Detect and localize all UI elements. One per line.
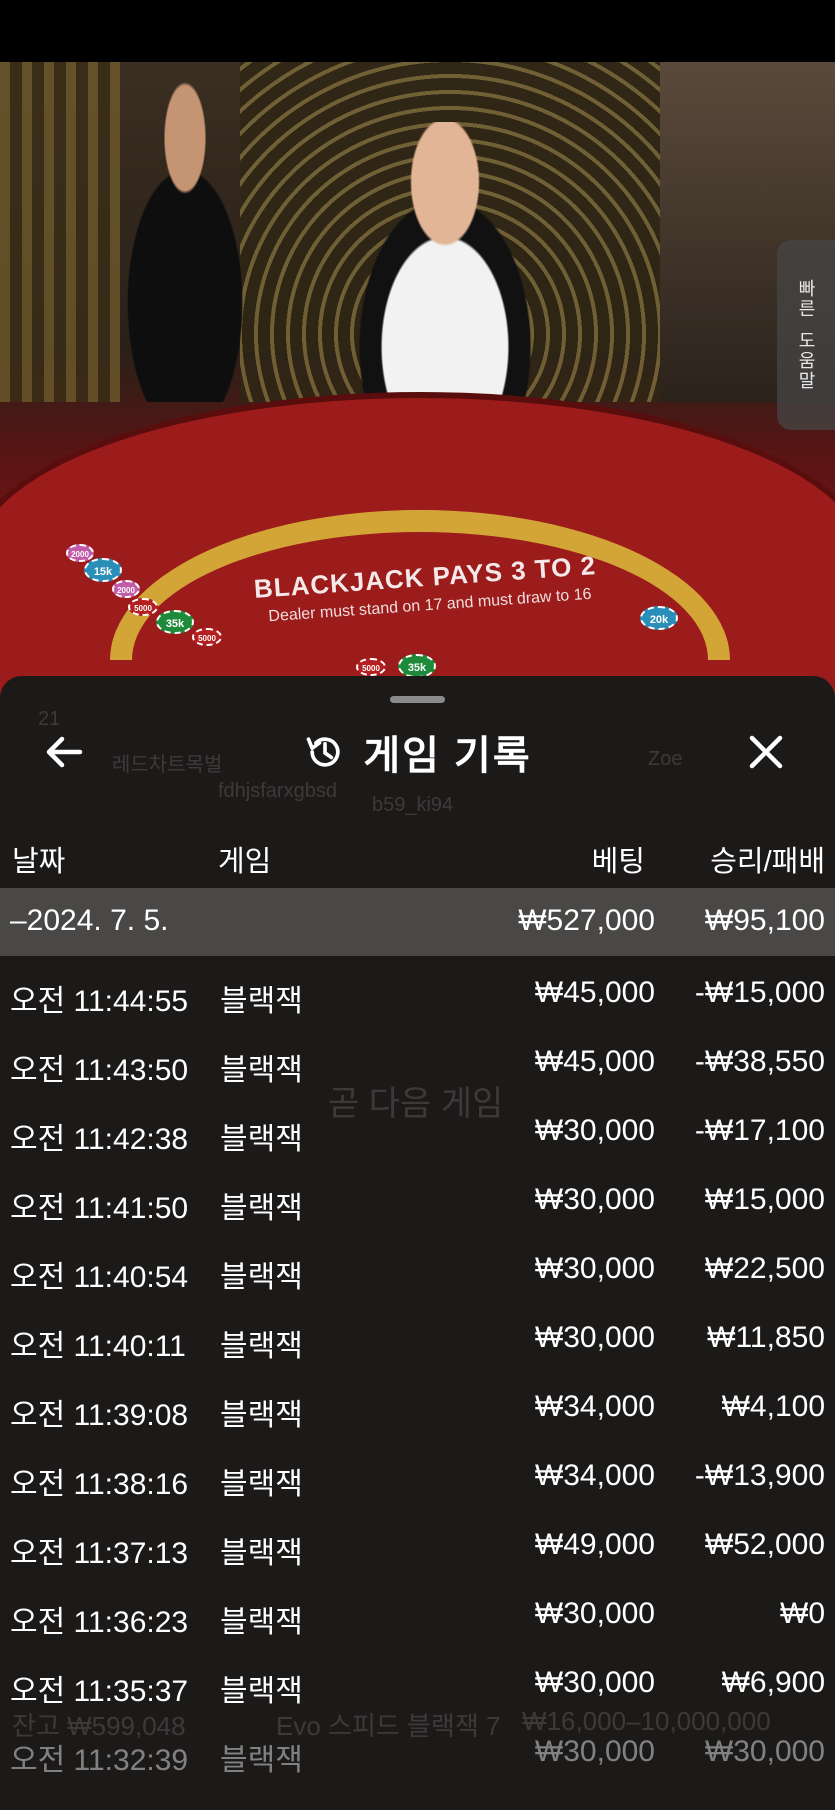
row-game: 블랙잭 [220, 1330, 303, 1363]
history-row[interactable]: 오전 11:44:55 블랙잭 ₩45,000 -₩15,000 [0, 958, 835, 1027]
row-time: 오전 11:35:37 [10, 1675, 189, 1708]
row-time: 오전 11:42:38 [10, 1123, 189, 1156]
row-bet: ₩30,000 [534, 1666, 655, 1699]
status-strip [0, 0, 835, 62]
chip: 35k [398, 654, 436, 678]
row-time: 오전 11:40:54 [10, 1261, 189, 1294]
row-bet: ₩30,000 [534, 1597, 655, 1630]
row-result: ₩52,000 [704, 1528, 825, 1561]
date-group-row[interactable]: –2024. 7. 5. ₩527,000 ₩95,100 [0, 888, 835, 956]
row-time: 오전 11:40:11 [10, 1330, 186, 1363]
history-row[interactable]: 오전 11:38:16 블랙잭 ₩34,000 -₩13,900 [0, 1441, 835, 1510]
group-date: –2024. 7. 5. [10, 904, 169, 937]
row-game: 블랙잭 [220, 1537, 303, 1570]
history-list: 오전 11:44:55 블랙잭 ₩45,000 -₩15,000 오전 11:4… [0, 958, 835, 1786]
row-time: 오전 11:37:13 [10, 1537, 189, 1570]
chip: 35k [156, 610, 194, 634]
sheet-header: 게임 기록 [0, 716, 835, 788]
chip: 2000 [112, 580, 140, 598]
quick-help-label-2: 도움말 [796, 331, 816, 391]
chip: 5000 [128, 598, 158, 616]
history-row[interactable]: 오전 11:41:50 블랙잭 ₩30,000 ₩15,000 [0, 1165, 835, 1234]
row-result: ₩15,000 [704, 1183, 825, 1216]
row-time: 오전 11:38:16 [10, 1468, 189, 1501]
row-result: ₩6,900 [721, 1666, 825, 1699]
row-game: 블랙잭 [220, 1399, 303, 1432]
row-bet: ₩45,000 [534, 976, 655, 1009]
col-game: 게임 [218, 846, 272, 878]
quick-help-label-1: 빠른 [796, 279, 816, 319]
page-title: 게임 기록 [363, 734, 532, 778]
dealer-woman [85, 72, 285, 402]
chip: 15k [84, 558, 122, 582]
bg-balance: 잔고 ₩599,048 [12, 1711, 186, 1741]
history-row[interactable]: 오전 11:39:08 블랙잭 ₩34,000 ₩4,100 [0, 1372, 835, 1441]
row-bet: ₩34,000 [534, 1390, 655, 1423]
group-bet-total: ₩527,000 [518, 904, 655, 937]
row-game: 블랙잭 [220, 985, 303, 1018]
chip: 2000 [66, 544, 94, 562]
row-time: 오전 11:36:23 [10, 1606, 189, 1639]
arrow-left-icon[interactable] [40, 728, 88, 776]
row-bet: ₩45,000 [534, 1045, 655, 1078]
row-game: 블랙잭 [220, 1261, 303, 1294]
row-time: 오전 11:44:55 [10, 985, 189, 1018]
row-result: -₩17,100 [694, 1114, 825, 1147]
row-time: 오전 11:43:50 [10, 1054, 189, 1087]
history-row[interactable]: 오전 11:37:13 블랙잭 ₩49,000 ₩52,000 [0, 1510, 835, 1579]
row-bet: ₩30,000 [534, 1252, 655, 1285]
bg-limits: ₩16,000–10,000,000 [522, 1706, 771, 1736]
history-row[interactable]: 오전 11:36:23 블랙잭 ₩30,000 ₩0 [0, 1579, 835, 1648]
history-row[interactable]: 오전 11:42:38 블랙잭 ₩30,000 -₩17,100 [0, 1096, 835, 1165]
row-game: 블랙잭 [220, 1192, 303, 1225]
chip: 5000 [356, 658, 386, 676]
row-bet: ₩30,000 [534, 1183, 655, 1216]
history-icon [306, 737, 340, 767]
row-result: -₩13,900 [694, 1459, 825, 1492]
row-time: 오전 11:41:50 [10, 1192, 189, 1225]
quick-help-tab[interactable]: 빠른 도움말 [777, 240, 835, 430]
chip: 20k [640, 606, 678, 630]
column-headers: 날짜 게임 베팅 승리/패배 [0, 826, 835, 886]
history-row[interactable]: 오전 11:43:50 블랙잭 ₩45,000 -₩38,550 [0, 1027, 835, 1096]
dealer-man [315, 122, 575, 422]
row-game: 블랙잭 [220, 1054, 303, 1087]
row-result: ₩11,850 [707, 1321, 825, 1354]
col-date: 날짜 [12, 846, 66, 878]
game-history-sheet: 21 레드차트목벌 fdhjsfarxgbsd b59_ki94 Zoe 곧 다… [0, 676, 835, 1810]
title-group: 게임 기록 [0, 716, 835, 788]
row-game: 블랙잭 [220, 1675, 303, 1708]
row-result: -₩15,000 [694, 976, 825, 1009]
row-result: ₩22,500 [704, 1252, 825, 1285]
col-bet: 베팅 [591, 846, 645, 878]
row-bet: ₩49,000 [534, 1528, 655, 1561]
row-bet: ₩30,000 [534, 1114, 655, 1147]
row-game: 블랙잭 [220, 1468, 303, 1501]
row-result: ₩4,100 [721, 1390, 825, 1423]
history-row[interactable]: 오전 11:40:11 블랙잭 ₩30,000 ₩11,850 [0, 1303, 835, 1372]
row-bet: ₩34,000 [534, 1459, 655, 1492]
row-bet: ₩30,000 [534, 1321, 655, 1354]
row-result: ₩30,000 [704, 1735, 825, 1768]
chip: 5000 [192, 628, 222, 646]
row-time: 오전 11:39:08 [10, 1399, 189, 1432]
row-bet: ₩30,000 [534, 1735, 655, 1768]
col-result: 승리/패배 [710, 846, 825, 878]
live-video: BLACKJACK PAYS 3 TO 2 Dealer must stand … [0, 62, 835, 702]
bg-table-name: Evo 스피드 블랙잭 7 [276, 1711, 501, 1741]
row-game: 블랙잭 [220, 1123, 303, 1156]
group-result-total: ₩95,100 [704, 904, 825, 937]
sheet-grabber[interactable] [390, 696, 445, 703]
history-row[interactable]: 오전 11:40:54 블랙잭 ₩30,000 ₩22,500 [0, 1234, 835, 1303]
bg-player: b59_ki94 [372, 794, 454, 816]
close-icon[interactable] [742, 728, 790, 776]
row-result: -₩38,550 [694, 1045, 825, 1078]
row-result: ₩0 [780, 1597, 825, 1630]
row-game: 블랙잭 [220, 1606, 303, 1639]
